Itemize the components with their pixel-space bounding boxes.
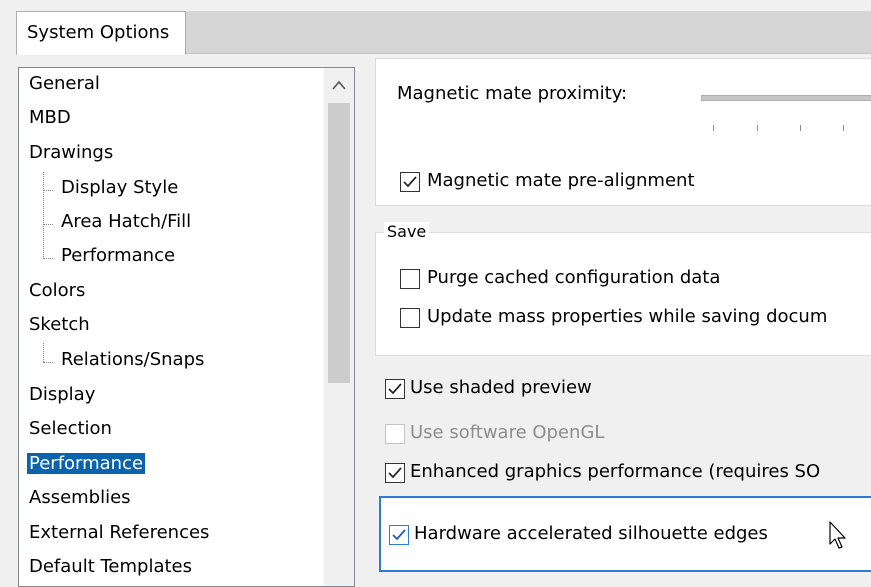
chevron-up-icon: [332, 80, 346, 90]
hw-silhouette-row[interactable]: Hardware accelerated silhouette edges: [379, 496, 871, 572]
tree-item-external-references[interactable]: External References: [29, 518, 209, 548]
enhanced-graphics-label: Enhanced graphics performance (requires …: [410, 461, 821, 482]
tree-connector-sketch: [43, 343, 44, 362]
magnetic-mate-proximity-slider[interactable]: [701, 95, 871, 101]
magnetic-mate-proximity-label: Magnetic mate proximity:: [397, 83, 628, 104]
shaded-preview-checkbox[interactable]: [385, 379, 405, 399]
mouse-cursor-icon: [829, 521, 846, 549]
tree-item-display-style[interactable]: Display Style: [61, 173, 178, 203]
update-mass-checkbox[interactable]: [400, 308, 420, 328]
hw-silhouette-label: Hardware accelerated silhouette edges: [414, 523, 768, 544]
checkmark-icon: [403, 176, 417, 188]
hw-silhouette-checkbox[interactable]: [389, 525, 409, 545]
tree-item-default-templates[interactable]: Default Templates: [29, 552, 192, 582]
tab-bar-background: [186, 11, 871, 54]
tree-item-area-hatch-fill[interactable]: Area Hatch/Fill: [61, 207, 191, 237]
tree-connector: [43, 258, 53, 259]
tree-connector: [43, 190, 53, 191]
update-mass-label: Update mass properties while saving docu…: [427, 306, 828, 327]
software-opengl-label: Use software OpenGL: [410, 422, 605, 443]
purge-cache-checkbox[interactable]: [400, 269, 420, 289]
magnetic-prealignment-checkbox[interactable]: [400, 172, 420, 192]
save-group: Save Purge cached configuration data Upd…: [375, 222, 871, 356]
tree-item-performance[interactable]: Performance: [27, 449, 146, 479]
tree-item-display[interactable]: Display: [29, 380, 95, 410]
checkmark-icon: [388, 467, 402, 479]
tree-scrollbar[interactable]: [324, 68, 354, 586]
slider-tick: [843, 125, 844, 131]
slider-tick: [757, 125, 758, 131]
tree-item-assemblies[interactable]: Assemblies: [29, 483, 131, 513]
tree-item-general[interactable]: General: [29, 69, 100, 99]
tree-connector-drawings: [43, 172, 44, 259]
tree-item-relations-snaps[interactable]: Relations/Snaps: [61, 345, 204, 375]
tree-connector: [43, 362, 53, 363]
slider-tick: [713, 125, 714, 131]
options-tree: General MBD Drawings Display Style Area …: [18, 67, 355, 587]
slider-tick: [800, 125, 801, 131]
save-group-legend: Save: [384, 222, 430, 241]
tree-item-colors[interactable]: Colors: [29, 276, 85, 306]
performance-panel: Magnetic mate proximity: Magnetic mate p…: [355, 56, 871, 579]
magnetic-mate-group: Magnetic mate proximity: Magnetic mate p…: [375, 58, 871, 206]
tree-item-sketch[interactable]: Sketch: [29, 310, 90, 340]
tree-item-drawings[interactable]: Drawings: [29, 138, 113, 168]
checkmark-icon: [388, 383, 402, 395]
tree-item-mbd[interactable]: MBD: [29, 103, 71, 133]
software-opengl-checkbox[interactable]: [385, 424, 405, 444]
checkmark-icon: [392, 529, 406, 541]
scroll-up-button[interactable]: [324, 68, 354, 102]
tree-item-drawings-performance[interactable]: Performance: [61, 241, 175, 271]
magnetic-prealignment-label: Magnetic mate pre-alignment: [427, 170, 695, 191]
shaded-preview-label: Use shaded preview: [410, 377, 592, 398]
tab-strip: System Options: [0, 0, 871, 56]
enhanced-graphics-checkbox[interactable]: [385, 463, 405, 483]
tree-connector: [43, 224, 53, 225]
purge-cache-label: Purge cached configuration data: [427, 267, 721, 288]
scroll-thumb[interactable]: [328, 103, 350, 383]
tree-item-selection[interactable]: Selection: [29, 414, 112, 444]
tab-system-options[interactable]: System Options: [16, 11, 186, 55]
